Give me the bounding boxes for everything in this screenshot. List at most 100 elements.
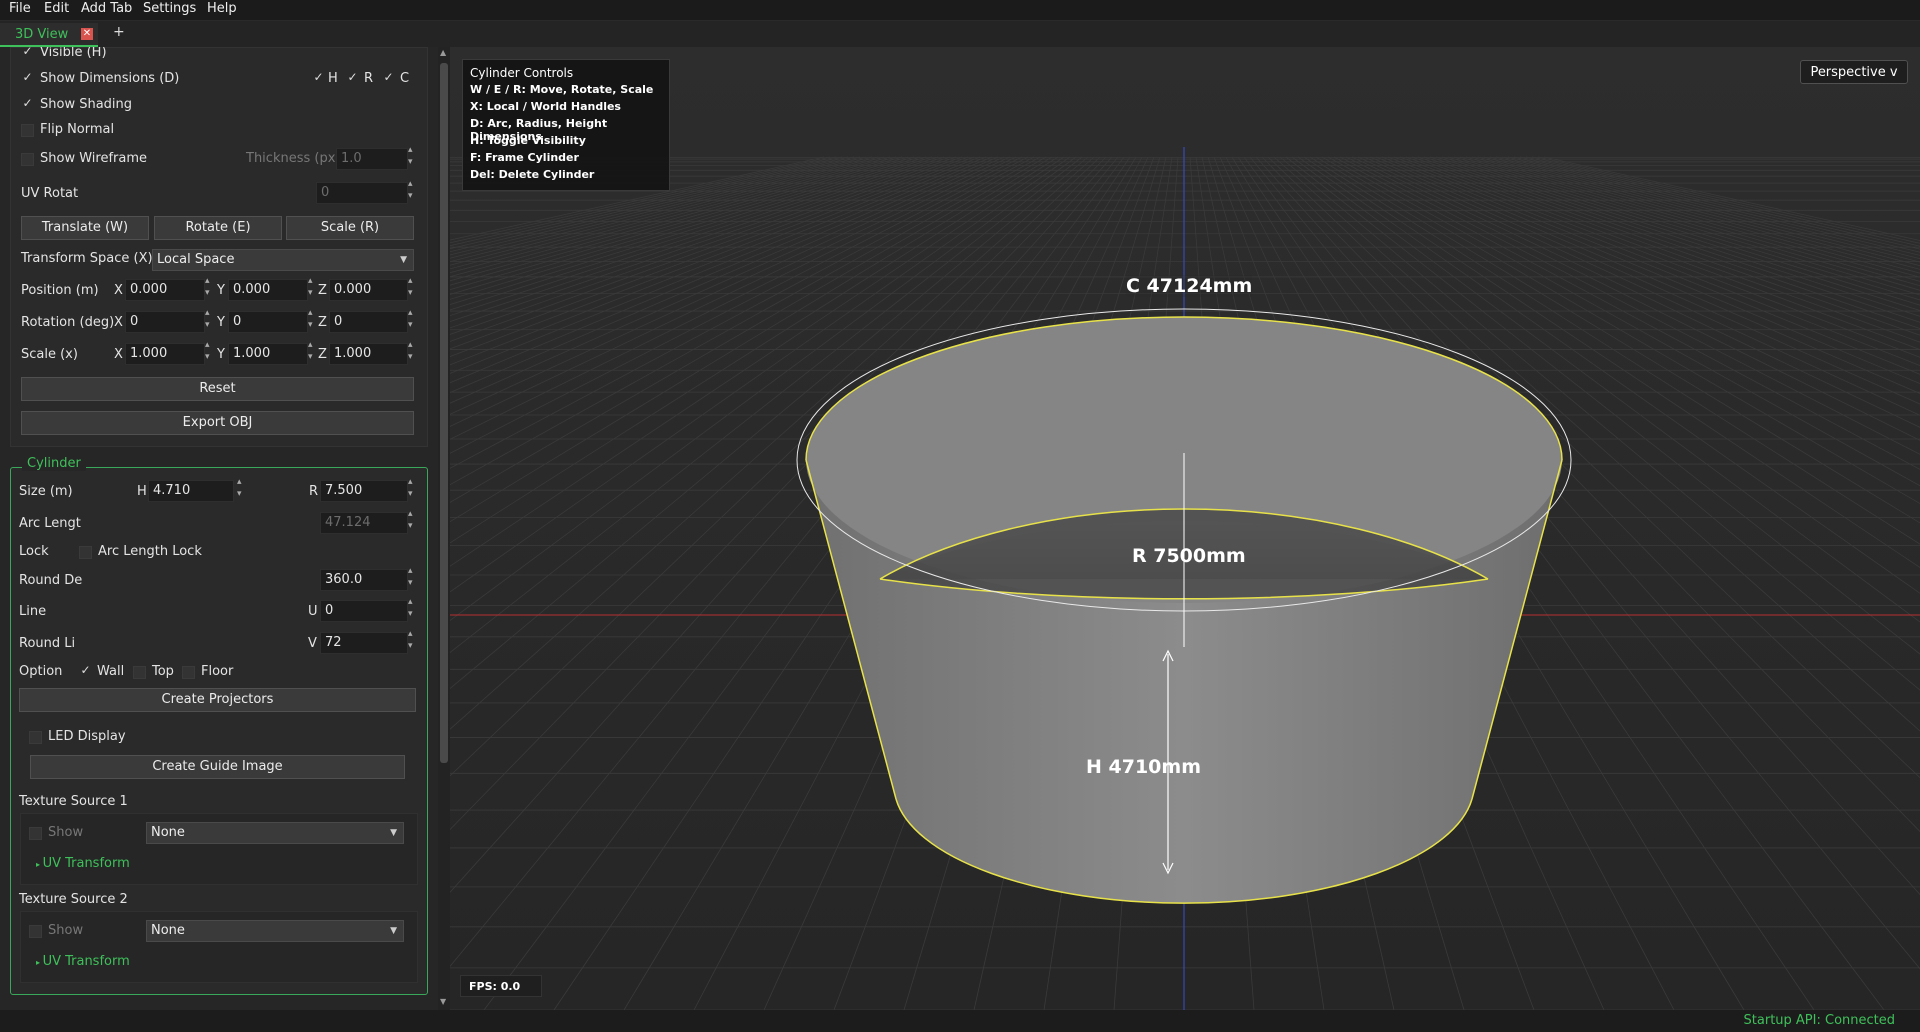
rot-x-spinner[interactable] [205, 308, 213, 333]
transform-space-select[interactable]: Local Space ▼ [152, 249, 414, 271]
transform-space-value: Local Space [157, 252, 235, 267]
reset-button[interactable]: Reset [21, 377, 414, 401]
arc-length-spinner[interactable] [408, 509, 416, 534]
pos-z-spinner[interactable] [408, 276, 416, 301]
controls-title: Cylinder Controls [470, 66, 574, 80]
tex1-show-checkbox[interactable] [29, 827, 42, 840]
uv-rotat-field[interactable]: 0 [316, 182, 408, 204]
create-guide-image-button[interactable]: Create Guide Image [30, 755, 405, 779]
menu-help[interactable]: Help [207, 1, 237, 16]
rot-y-field[interactable]: 0 [228, 311, 308, 333]
tex1-source-value: None [151, 825, 185, 840]
menu-file[interactable]: File [9, 1, 31, 16]
circumference-label: C 47124mm [1126, 275, 1253, 297]
top-checkbox[interactable] [133, 666, 146, 679]
line-u-label: U [308, 604, 318, 619]
tex1-uv-transform-toggle[interactable]: ▸ UV Transform [36, 856, 130, 871]
top-label: Top [152, 664, 174, 679]
tab-3d-view[interactable]: 3D View ✕ [0, 23, 98, 47]
controls-line: X: Local / World Handles [470, 100, 621, 113]
tex1-source-select[interactable]: None ▼ [146, 822, 404, 844]
round-degree-spinner[interactable] [408, 566, 416, 591]
scl-z-label: Z [318, 347, 327, 362]
size-h-spinner[interactable] [237, 477, 245, 502]
add-tab-button[interactable]: + [113, 24, 125, 40]
texture-source-1-label: Texture Source 1 [19, 794, 128, 809]
scl-x-label: X [114, 347, 123, 362]
perspective-dropdown[interactable]: Perspective v [1800, 60, 1908, 84]
scl-x-spinner[interactable] [205, 340, 213, 365]
radius-label: R 7500mm [1132, 545, 1246, 567]
arc-length-field[interactable]: 47.124 [320, 512, 408, 534]
round-line-v-field[interactable]: 72 [320, 632, 408, 654]
translate-button[interactable]: Translate (W) [21, 216, 149, 240]
thickness-field[interactable]: 1.0 [336, 148, 408, 170]
line-u-field[interactable]: 0 [320, 600, 408, 622]
rot-x-field[interactable]: 0 [125, 311, 205, 333]
led-display-checkbox[interactable] [29, 731, 42, 744]
tex2-source-select[interactable]: None ▼ [146, 920, 404, 942]
rot-z-spinner[interactable] [408, 308, 416, 333]
scroll-up-icon[interactable]: ▲ [440, 48, 446, 57]
rot-z-field[interactable]: 0 [329, 311, 408, 333]
menu-add-tab[interactable]: Add Tab [81, 1, 132, 16]
round-degree-field[interactable]: 360.0 [320, 569, 408, 591]
dim-r-checkbox[interactable]: ✓ [346, 71, 359, 84]
scl-y-field[interactable]: 1.000 [228, 343, 308, 365]
size-label: Size (m) [19, 484, 73, 499]
scale-button[interactable]: Scale (R) [286, 216, 414, 240]
show-wireframe-label: Show Wireframe [40, 151, 147, 166]
pos-y-spinner[interactable] [308, 276, 316, 301]
controls-line: W / E / R: Move, Rotate, Scale [470, 83, 654, 96]
thickness-spinner[interactable] [408, 145, 416, 170]
tex2-uv-transform-toggle[interactable]: ▸ UV Transform [36, 954, 130, 969]
size-r-spinner[interactable] [408, 477, 416, 502]
tex1-uv-transform-label: UV Transform [42, 856, 130, 871]
scl-x-field[interactable]: 1.000 [125, 343, 205, 365]
show-dimensions-label: Show Dimensions (D) [40, 71, 180, 86]
properties-panel: ✓ Visible (H) ✓ Show Dimensions (D) ✓ H … [0, 47, 438, 1010]
scl-z-field[interactable]: 1.000 [329, 343, 408, 365]
pos-y-field[interactable]: 0.000 [228, 279, 308, 301]
scroll-thumb[interactable] [440, 63, 448, 763]
dim-c-checkbox[interactable]: ✓ [382, 71, 395, 84]
show-wireframe-checkbox[interactable] [21, 153, 34, 166]
close-icon[interactable]: ✕ [81, 28, 93, 40]
3d-viewport[interactable]: C 47124mm R 7500mm H 4710mm Cylinder Con… [450, 47, 1920, 1010]
panel-scrollbar[interactable]: ▲ ▼ [438, 47, 450, 1010]
show-dimensions-checkbox[interactable]: ✓ [21, 71, 34, 84]
arc-lock-checkbox[interactable] [79, 546, 92, 559]
chevron-down-icon: ▼ [390, 828, 397, 838]
pos-z-field[interactable]: 0.000 [329, 279, 408, 301]
size-r-field[interactable]: 7.500 [320, 480, 408, 502]
dim-r-label: R [364, 71, 374, 86]
menu-settings[interactable]: Settings [143, 1, 196, 16]
tex2-show-checkbox[interactable] [29, 925, 42, 938]
pos-x-field[interactable]: 0.000 [125, 279, 205, 301]
dim-h-checkbox[interactable]: ✓ [312, 71, 325, 84]
flip-normal-checkbox[interactable] [21, 124, 34, 137]
scroll-down-icon[interactable]: ▼ [440, 997, 446, 1006]
line-u-spinner[interactable] [408, 597, 416, 622]
pos-x-spinner[interactable] [205, 276, 213, 301]
tab-bar: 3D View ✕ + [0, 21, 1920, 47]
round-line-v-spinner[interactable] [408, 629, 416, 654]
visible-checkbox[interactable]: ✓ [21, 47, 34, 58]
rot-x-label: X [114, 315, 123, 330]
scl-y-spinner[interactable] [308, 340, 316, 365]
scl-z-spinner[interactable] [408, 340, 416, 365]
export-obj-button[interactable]: Export OBJ [21, 411, 414, 435]
uv-rotat-spinner[interactable] [408, 179, 416, 204]
rot-y-spinner[interactable] [308, 308, 316, 333]
show-shading-checkbox[interactable]: ✓ [21, 97, 34, 110]
menu-edit[interactable]: Edit [44, 1, 69, 16]
floor-checkbox[interactable] [182, 666, 195, 679]
api-status: Startup API: Connected [1743, 1013, 1895, 1028]
size-h-field[interactable]: 4.710 [148, 480, 234, 502]
height-label: H 4710mm [1086, 756, 1201, 778]
chevron-down-icon: ▼ [390, 926, 397, 936]
create-projectors-button[interactable]: Create Projectors [19, 688, 416, 712]
dim-h-label: H [328, 71, 338, 86]
wall-checkbox[interactable]: ✓ [79, 664, 92, 677]
rotate-button[interactable]: Rotate (E) [154, 216, 282, 240]
